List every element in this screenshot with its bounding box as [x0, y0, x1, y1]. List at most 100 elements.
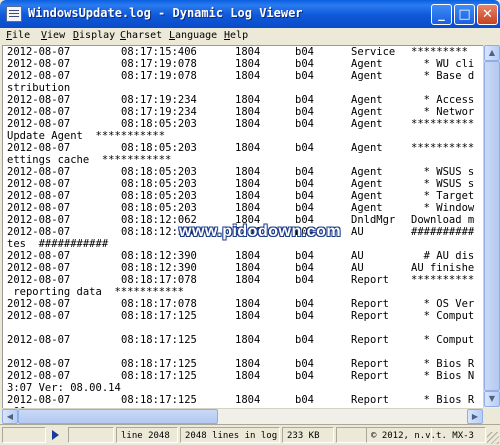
log-continuation-text: Update Agent *********** — [7, 130, 166, 142]
log-comp: Agent — [351, 178, 383, 190]
watermark-text: www.pidodown.com — [179, 223, 342, 240]
log-time: 08:18:05:203 — [121, 178, 197, 190]
log-text: AU finishe — [411, 262, 475, 274]
menu-view[interactable]: View — [41, 30, 65, 41]
log-pid: 1804 — [235, 394, 261, 406]
log-text: * Bios R — [411, 394, 475, 406]
close-button[interactable]: ✕ — [477, 4, 498, 25]
scroll-left-button[interactable]: ◀ — [2, 409, 18, 424]
scroll-up-arrow-icon: ▲ — [488, 48, 496, 57]
status-filler-panel — [68, 427, 114, 443]
horizontal-scroll-thumb[interactable] — [18, 409, 218, 424]
log-comp: Agent — [351, 142, 383, 154]
log-tid: b04 — [295, 94, 314, 106]
menu-display[interactable]: Display — [73, 30, 115, 41]
menu-bar: File View Display Charset Language Help — [0, 28, 500, 45]
vertical-scrollbar[interactable]: ▲ ▼ — [483, 45, 500, 408]
log-text: ********** — [411, 118, 475, 130]
log-tid: b04 — [295, 190, 314, 202]
log-comp: Report — [351, 370, 389, 382]
menu-charset[interactable]: Charset — [120, 30, 162, 41]
horizontal-scrollbar[interactable]: ◀ ▶ — [2, 408, 483, 424]
log-text: * Networ — [411, 106, 475, 118]
menu-label-rest: ile — [12, 30, 31, 41]
log-text-area[interactable]: :002012-08-0708:18:17:1251804b04Report *… — [2, 45, 484, 409]
log-comp: Report — [351, 394, 389, 406]
log-text: * Bios N — [411, 370, 475, 382]
log-pid: 1804 — [235, 274, 261, 286]
log-date: 2012-08-07 — [7, 46, 71, 58]
log-continuation-text: ettings cache *********** — [7, 154, 172, 166]
log-tid: b04 — [295, 394, 314, 406]
log-date: 2012-08-07 — [7, 298, 71, 310]
log-pid: 1804 — [235, 202, 261, 214]
resize-grip-icon[interactable] — [487, 432, 499, 444]
log-text: * Target — [411, 190, 475, 202]
log-tid: b04 — [295, 142, 314, 154]
log-comp: Report — [351, 358, 389, 370]
log-comp: Agent — [351, 106, 383, 118]
log-time: 08:17:19:234 — [121, 94, 197, 106]
status-icon-panel — [2, 427, 46, 443]
scroll-down-button[interactable]: ▼ — [484, 391, 500, 407]
log-date: 2012-08-07 — [7, 178, 71, 190]
log-pid: 1804 — [235, 58, 261, 70]
log-comp: AU — [351, 262, 364, 274]
log-time: 08:18:05:203 — [121, 166, 197, 178]
log-comp: DnldMgr — [351, 214, 396, 226]
log-comp: AU — [351, 226, 364, 238]
menu-label-rest: harset — [126, 30, 163, 41]
log-pid: 1804 — [235, 166, 261, 178]
log-time: 08:17:19:234 — [121, 106, 197, 118]
log-text: * Bios R — [411, 358, 475, 370]
play-icon[interactable] — [52, 430, 59, 440]
menu-language[interactable]: Language — [169, 30, 217, 41]
vertical-scroll-thumb[interactable] — [484, 61, 500, 391]
log-date: 2012-08-07 — [7, 250, 71, 262]
menu-file[interactable]: File — [6, 30, 30, 41]
title-bar[interactable]: WindowsUpdate.log - Dynamic Log Viewer _… — [0, 0, 500, 28]
log-pid: 1804 — [235, 142, 261, 154]
minimize-icon: _ — [438, 7, 445, 22]
log-date: 2012-08-07 — [7, 142, 71, 154]
log-pid: 1804 — [235, 94, 261, 106]
log-time: 08:18:17:078 — [121, 274, 197, 286]
minimize-button[interactable]: _ — [431, 4, 452, 25]
log-pid: 1804 — [235, 310, 261, 322]
log-tid: b04 — [295, 178, 314, 190]
log-date: 2012-08-07 — [7, 94, 71, 106]
log-date: 2012-08-07 — [7, 202, 71, 214]
log-viewer-app-icon[interactable] — [6, 6, 22, 22]
log-date: 2012-08-07 — [7, 274, 71, 286]
window-title: WindowsUpdate.log - Dynamic Log Viewer — [28, 6, 303, 20]
log-pid: 1804 — [235, 334, 261, 346]
log-time: 08:18:17:078 — [121, 298, 197, 310]
status-bar: line 2048 2048 lines in log 233 KB © 201… — [0, 424, 500, 445]
log-continuation-text: tes ########### — [7, 238, 109, 250]
log-date: 2012-08-07 — [7, 358, 71, 370]
scroll-up-button[interactable]: ▲ — [484, 45, 500, 61]
log-text: * Comput — [411, 334, 475, 346]
log-date: 2012-08-07 — [7, 394, 71, 406]
log-text: ########## — [411, 226, 475, 238]
log-time: 08:18:17:125 — [121, 394, 197, 406]
log-comp: Agent — [351, 166, 383, 178]
log-comp: AU — [351, 250, 364, 262]
menu-label-rest: anguage — [175, 30, 218, 41]
status-line: line 2048 — [116, 427, 178, 443]
menu-help[interactable]: Help — [224, 30, 248, 41]
log-time: 08:17:15:406 — [121, 46, 197, 58]
log-tid: b04 — [295, 334, 314, 346]
log-tid: b04 — [295, 166, 314, 178]
log-pid: 1804 — [235, 70, 261, 82]
log-comp: Agent — [351, 190, 383, 202]
menu-label-rest: isplay — [79, 30, 116, 41]
maximize-button[interactable]: □ — [454, 4, 475, 25]
log-time: 08:18:05:203 — [121, 142, 197, 154]
log-continuation-text: 3:07 Ver: 08.00.14 — [7, 382, 121, 394]
log-time: 08:18:12:390 — [121, 262, 197, 274]
scroll-right-button[interactable]: ▶ — [467, 409, 483, 424]
log-comp: Report — [351, 334, 389, 346]
scroll-down-arrow-icon: ▼ — [488, 394, 496, 403]
log-text: * Window — [411, 202, 475, 214]
